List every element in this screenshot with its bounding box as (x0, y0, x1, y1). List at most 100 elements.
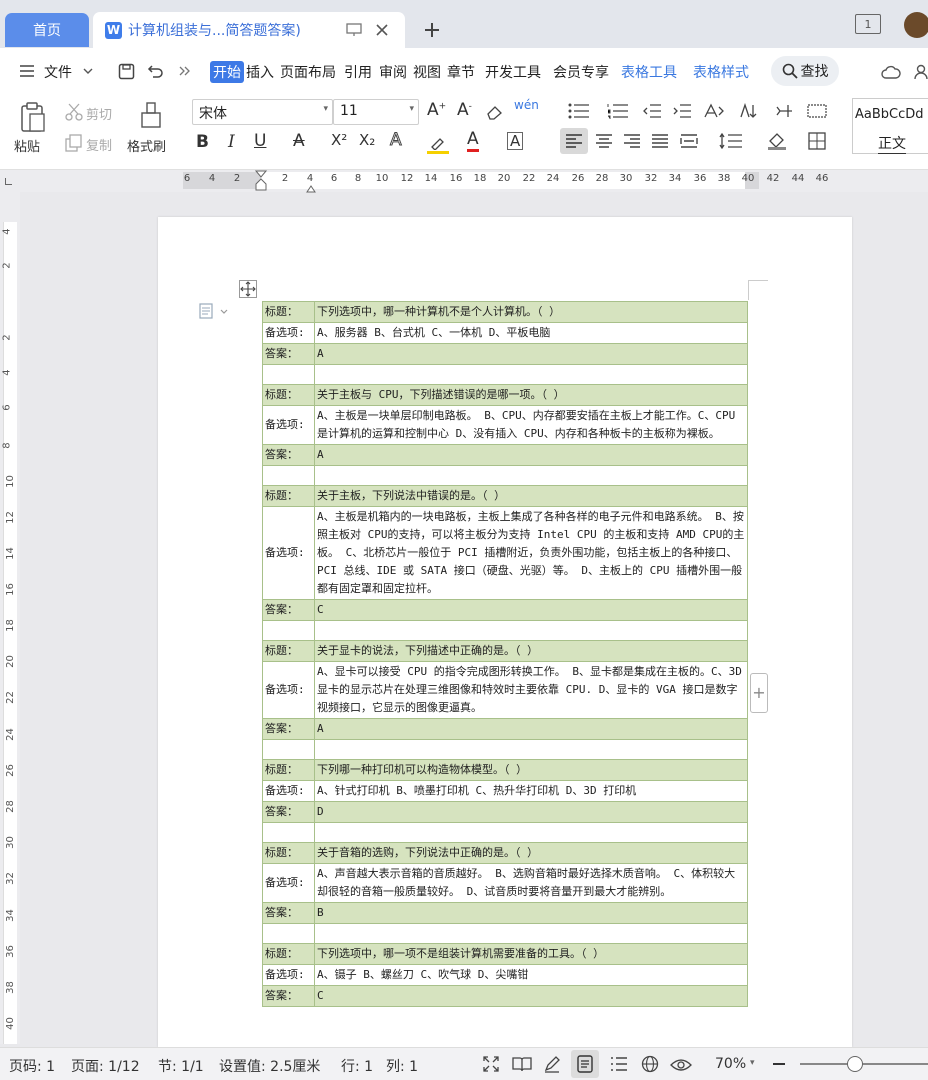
question-options-row[interactable]: 备选项: A、主板是机箱内的一块电路板，主板上集成了各种各样的电子元件和电路系统。… (262, 506, 748, 600)
italic-icon[interactable]: I (228, 132, 235, 152)
cell-label[interactable]: 答案： (262, 343, 315, 365)
align-center-icon[interactable] (592, 128, 616, 154)
table-border-icon[interactable] (806, 102, 828, 120)
question-options-row[interactable]: 备选项: A、显卡可以接受 CPU 的指令完成图形转换工作。 B、显卡都是集成在主… (262, 661, 748, 719)
cell-empty[interactable] (314, 465, 748, 486)
zoom-level[interactable]: 70% (715, 1056, 746, 1072)
cell-value[interactable]: A、主板是机箱内的一块电路板，主板上集成了各种各样的电子元件和电路系统。 B、按… (314, 506, 748, 600)
cell-value[interactable]: 关于显卡的说法，下列描述中正确的是。（ ） (314, 640, 748, 662)
eye-protection-icon[interactable] (669, 1054, 693, 1074)
vertical-ruler[interactable]: 4 2 2 4 6 8 10 12 14 16 18 20 22 24 26 2… (0, 192, 20, 1044)
cell-label[interactable]: 备选项: (262, 863, 315, 903)
text-direction-icon[interactable] (700, 102, 730, 120)
cell-label[interactable]: 答案： (262, 444, 315, 466)
subscript-icon[interactable]: X₂ (359, 131, 375, 149)
cell-empty[interactable] (314, 364, 748, 385)
cell-value[interactable]: A、服务器 B、台式机 C、一体机 D、平板电脑 (314, 322, 748, 344)
search-button[interactable]: 查找 (771, 56, 839, 86)
paragraph-mark-icon[interactable] (770, 102, 800, 120)
add-column-button[interactable]: + (750, 673, 768, 713)
shrink-font-icon[interactable]: A- (457, 100, 472, 120)
cell-label[interactable]: 标题： (262, 842, 315, 864)
cell-label[interactable]: 备选项: (262, 405, 315, 445)
status-setting[interactable]: 设置值: 2.5厘米 (219, 1056, 320, 1076)
cell-label[interactable]: 备选项: (262, 322, 315, 344)
cell-value[interactable]: 关于主板与 CPU，下列描述错误的是哪一项。（ ） (314, 384, 748, 406)
highlight-icon[interactable] (427, 132, 449, 154)
zoom-out-icon[interactable] (773, 1063, 785, 1065)
cell-empty[interactable] (314, 822, 748, 843)
cell-empty[interactable] (314, 923, 748, 944)
cell-empty[interactable] (314, 739, 748, 760)
cell-label[interactable]: 标题： (262, 640, 315, 662)
shading-icon[interactable] (763, 128, 793, 154)
tab-home[interactable]: 首页 (5, 13, 89, 47)
font-color-icon[interactable]: A (467, 129, 479, 152)
outline-view-icon[interactable] (608, 1054, 630, 1074)
question-answer-row[interactable]: 答案： D (262, 801, 748, 823)
window-count-badge[interactable]: 1 (855, 14, 881, 34)
menu-tab-insert[interactable]: 插入 (246, 62, 274, 82)
table-move-handle-icon[interactable] (239, 280, 257, 298)
clear-format-icon[interactable] (484, 102, 506, 122)
cloud-icon[interactable] (880, 62, 902, 82)
cell-label[interactable]: 答案： (262, 902, 315, 924)
strikethrough-icon[interactable]: A (293, 131, 305, 151)
cell-value[interactable]: 下列选项中，哪一项不是组装计算机需要准备的工具。（ ） (314, 943, 748, 965)
cell-value[interactable]: A (314, 444, 748, 466)
align-right-icon[interactable] (620, 128, 644, 154)
question-title-row[interactable]: 标题： 关于显卡的说法，下列描述中正确的是。（ ） (262, 640, 748, 662)
spacer-row[interactable] (262, 822, 748, 843)
pin-window-icon[interactable] (345, 21, 363, 39)
user-icon[interactable] (912, 62, 928, 82)
cell-empty[interactable] (262, 923, 315, 944)
more-chevron-icon[interactable] (177, 63, 193, 79)
question-answer-row[interactable]: 答案： A (262, 444, 748, 466)
cell-label[interactable]: 标题： (262, 943, 315, 965)
menu-tab-reference[interactable]: 引用 (344, 62, 372, 82)
menu-file[interactable]: 文件 (44, 62, 72, 82)
format-painter-label[interactable]: 格式刷 (127, 136, 166, 155)
font-size-select[interactable]: 11 ▾ (333, 99, 419, 125)
cell-label[interactable]: 答案： (262, 801, 315, 823)
tab-document[interactable]: W 计算机组装与...简答题答案) (93, 12, 405, 48)
cell-value[interactable]: A、镊子 B、螺丝刀 C、吹气球 D、尖嘴钳 (314, 964, 748, 986)
question-title-row[interactable]: 标题： 关于主板与 CPU，下列描述错误的是哪一项。（ ） (262, 384, 748, 406)
bold-icon[interactable]: B (196, 132, 209, 152)
cell-value[interactable]: A (314, 718, 748, 740)
cell-label[interactable]: 标题： (262, 759, 315, 781)
align-left-icon[interactable] (560, 128, 588, 154)
cell-value[interactable]: D (314, 801, 748, 823)
read-mode-icon[interactable] (511, 1054, 533, 1074)
paragraph-menu-icon[interactable] (198, 303, 228, 321)
hamburger-icon[interactable] (18, 63, 36, 79)
format-painter-icon[interactable] (138, 100, 164, 134)
menu-tab-layout[interactable]: 页面布局 (280, 62, 336, 82)
spacer-row[interactable] (262, 739, 748, 760)
cell-label[interactable]: 答案： (262, 985, 315, 1007)
question-answer-row[interactable]: 答案： C (262, 599, 748, 621)
question-options-row[interactable]: 备选项: A、主板是一块单层印制电路板。 B、CPU、内存都要安插在主板上才能工作… (262, 405, 748, 445)
menu-tab-chapter[interactable]: 章节 (447, 62, 475, 82)
cell-value[interactable]: 关于音箱的选购，下列说法中正确的是。（ ） (314, 842, 748, 864)
text-effect-icon[interactable]: A (390, 130, 403, 151)
question-answer-row[interactable]: 答案： A (262, 343, 748, 365)
cell-value[interactable]: A、声音越大表示音箱的音质越好。 B、选购音箱时最好选择木质音响。 C、体积较大… (314, 863, 748, 903)
cell-empty[interactable] (262, 364, 315, 385)
avatar[interactable] (904, 12, 928, 38)
cell-value[interactable]: A、显卡可以接受 CPU 的指令完成图形转换工作。 B、显卡都是集成在主板的。C… (314, 661, 748, 719)
question-options-row[interactable]: 备选项: A、镊子 B、螺丝刀 C、吹气球 D、尖嘴钳 (262, 964, 748, 986)
menu-tab-table-tools[interactable]: 表格工具 (621, 62, 677, 82)
spacer-row[interactable] (262, 620, 748, 641)
question-title-row[interactable]: 标题： 关于音箱的选购，下列说法中正确的是。（ ） (262, 842, 748, 864)
tab-stop-icon[interactable] (5, 178, 12, 185)
status-page-count[interactable]: 页面: 1/12 (71, 1056, 140, 1076)
cell-value[interactable]: 下列哪一种打印机可以构造物体模型。（ ） (314, 759, 748, 781)
line-spacing-icon[interactable] (714, 128, 748, 154)
page-view-icon[interactable] (571, 1050, 599, 1078)
cell-label[interactable]: 备选项: (262, 661, 315, 719)
zoom-slider-thumb[interactable] (847, 1056, 863, 1072)
cell-label[interactable]: 答案： (262, 718, 315, 740)
cell-empty[interactable] (262, 465, 315, 486)
bullet-list-icon[interactable] (564, 102, 594, 120)
